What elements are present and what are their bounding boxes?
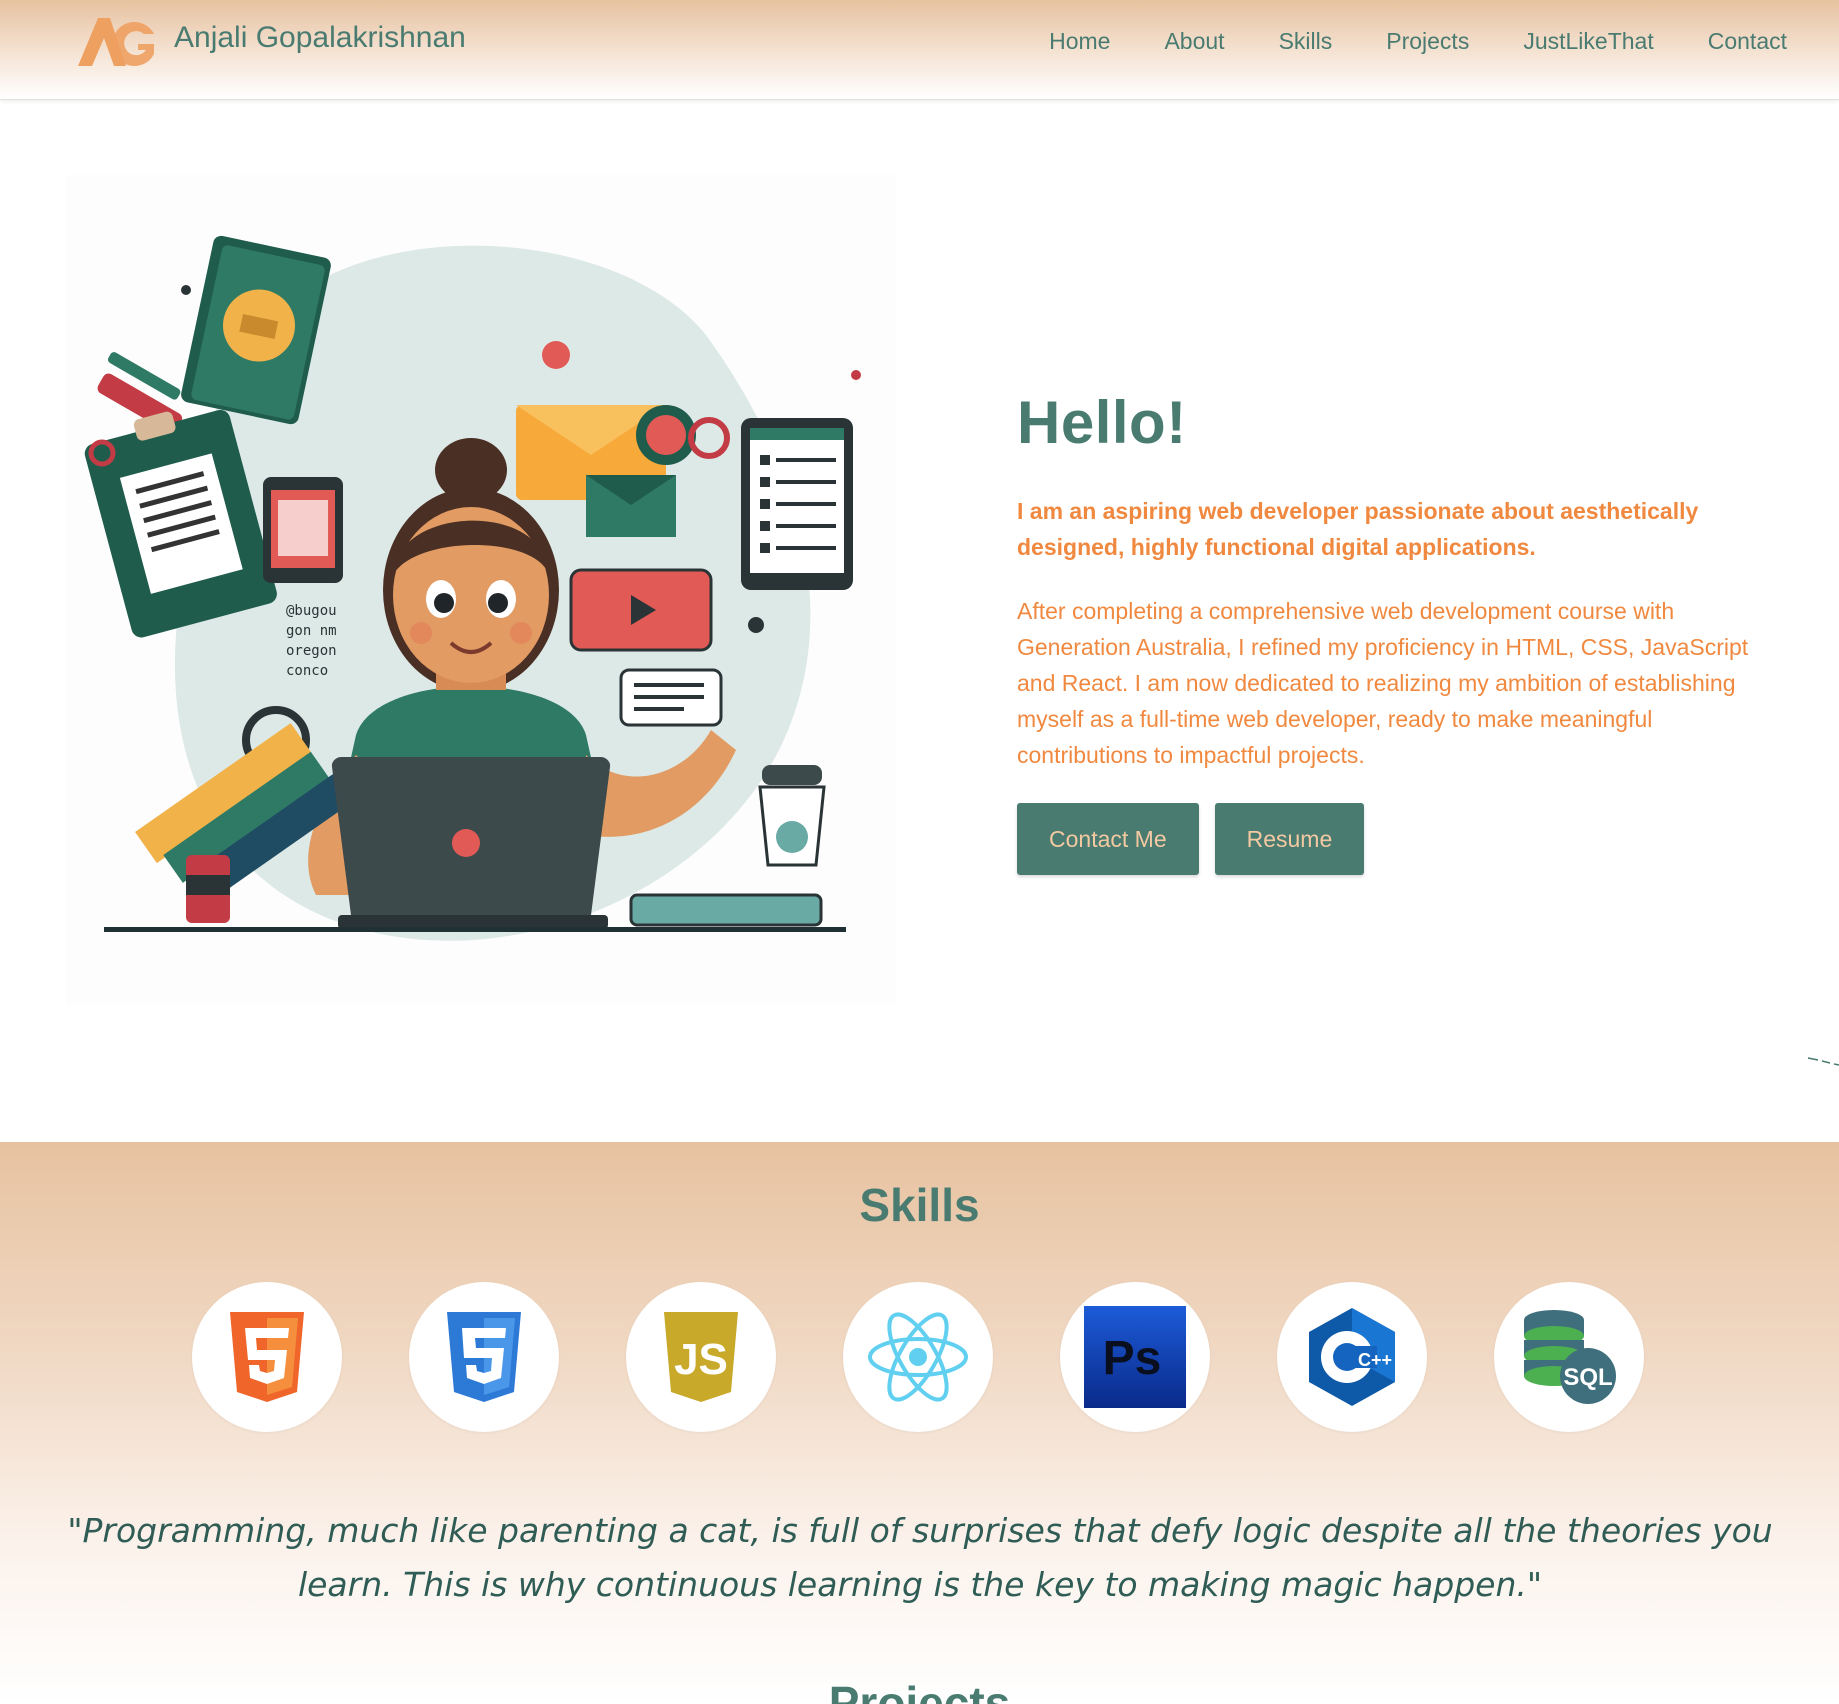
skill-cplusplus: C++ xyxy=(1277,1282,1427,1432)
resume-button[interactable]: Resume xyxy=(1214,803,1365,875)
skill-html5 xyxy=(192,1282,342,1432)
nav-contact[interactable]: Contact xyxy=(1708,28,1787,55)
projects-section-title: Projects xyxy=(828,1677,1011,1704)
svg-text:C++: C++ xyxy=(1358,1350,1392,1370)
react-icon xyxy=(868,1312,968,1402)
sql-database-icon: SQL xyxy=(1524,1310,1616,1404)
hero-buttons: Contact Me Resume xyxy=(1017,803,1777,875)
svg-text:JS: JS xyxy=(674,1335,728,1384)
skill-photoshop: Ps xyxy=(1060,1282,1210,1432)
skill-css3 xyxy=(409,1282,559,1432)
photoshop-icon: Ps xyxy=(1084,1306,1186,1408)
nav-justlikethat[interactable]: JustLikeThat xyxy=(1523,28,1653,55)
top-navbar: Anjali Gopalakrishnan Home About Skills … xyxy=(0,0,1839,100)
cplusplus-icon: C++ xyxy=(1309,1308,1395,1406)
html5-icon xyxy=(230,1312,304,1402)
svg-text:conco: conco xyxy=(286,663,328,679)
hero-body-text: After completing a comprehensive web dev… xyxy=(1017,598,1749,768)
svg-text:Ps: Ps xyxy=(1103,1332,1162,1385)
hero-intro: Hello! I am an aspiring web developer pa… xyxy=(1017,388,1777,875)
skill-javascript: JS xyxy=(626,1282,776,1432)
skills-section: Skills JS Ps C++ SQL "Programming, much … xyxy=(0,1142,1839,1704)
svg-text:gon nm: gon nm xyxy=(286,623,337,639)
brand[interactable]: Anjali Gopalakrishnan xyxy=(76,16,466,68)
nav-about[interactable]: About xyxy=(1164,28,1224,55)
svg-text:oregon: oregon xyxy=(286,643,337,659)
svg-text:@bugou: @bugou xyxy=(286,603,337,619)
contact-me-button[interactable]: Contact Me xyxy=(1017,803,1199,875)
quote-text: "Programming, much like parenting a cat,… xyxy=(67,1511,1773,1604)
woman-with-laptop-illustration: @bugou gon nm oregon conco xyxy=(66,175,896,1005)
brand-name: Anjali Gopalakrishnan xyxy=(174,21,466,54)
skills-title: Skills xyxy=(859,1179,980,1231)
skill-react xyxy=(843,1282,993,1432)
hero-title: Hello! xyxy=(1017,389,1187,456)
nav-home[interactable]: Home xyxy=(1049,28,1110,55)
ag-logo-icon[interactable] xyxy=(76,16,158,68)
javascript-icon: JS xyxy=(664,1312,738,1402)
nav-skills[interactable]: Skills xyxy=(1279,28,1333,55)
decorative-dash-icon xyxy=(1807,1057,1839,1066)
nav-menu: Home About Skills Projects JustLikeThat … xyxy=(1049,28,1787,55)
nav-projects[interactable]: Projects xyxy=(1386,28,1469,55)
svg-text:SQL: SQL xyxy=(1563,1364,1612,1391)
css3-icon xyxy=(447,1312,521,1402)
skills-icon-row: JS Ps C++ SQL xyxy=(192,1282,1644,1432)
skill-sql: SQL xyxy=(1494,1282,1644,1432)
hero-lead-text: I am an aspiring web developer passionat… xyxy=(1017,498,1699,560)
